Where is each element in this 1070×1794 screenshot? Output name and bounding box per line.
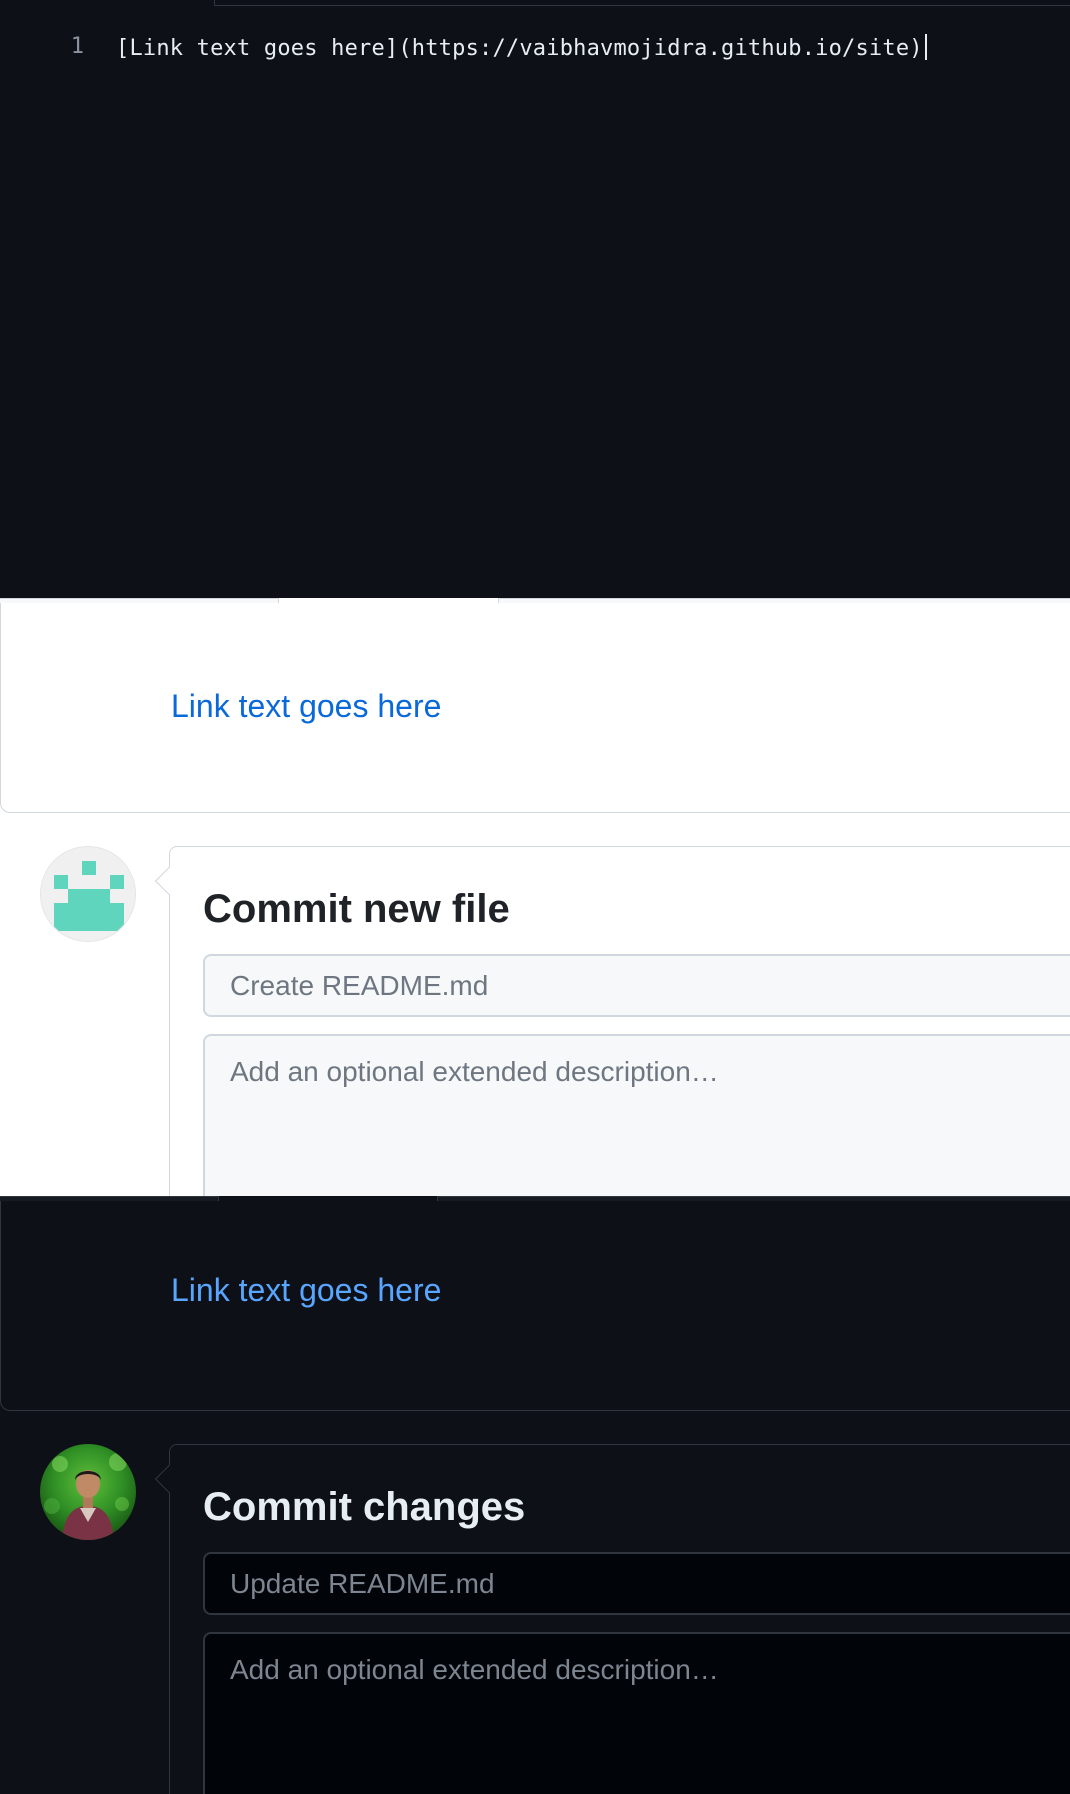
commit-title: Commit new file <box>203 887 510 931</box>
commit-description-input[interactable] <box>203 1034 1070 1196</box>
code-text: [Link text goes here](https://vaibhavmoj… <box>116 36 923 61</box>
tab-edit[interactable] <box>0 598 279 603</box>
commit-form: Commit new file <box>154 846 1070 1196</box>
preview-link[interactable]: Link text goes here <box>171 1272 441 1309</box>
line-number: 1 <box>70 34 84 59</box>
tab-bar-border <box>498 598 1070 603</box>
preview-link[interactable]: Link text goes here <box>171 688 441 725</box>
commit-title: Commit changes <box>203 1485 526 1529</box>
commit-box-pointer <box>154 866 184 896</box>
preview-tab-bar <box>0 598 1070 604</box>
commit-form: Commit changes <box>154 1444 1070 1794</box>
commit-summary-input[interactable] <box>203 1552 1070 1615</box>
code-line[interactable]: [Link text goes here](https://vaibhavmoj… <box>116 34 927 61</box>
identicon-avatar-icon <box>41 847 135 941</box>
light-mode-panel: Link text goes here Commit new file <box>0 598 1070 1196</box>
tab-edit[interactable] <box>0 1196 219 1201</box>
commit-box-pointer <box>154 1464 184 1494</box>
user-photo-avatar-icon <box>40 1444 136 1540</box>
commit-description-input[interactable] <box>203 1632 1070 1794</box>
dark-mode-panel: Link text goes here Commit changes Updat… <box>0 1196 1070 1794</box>
preview-pane: Link text goes here <box>0 1196 1070 1411</box>
tab-bar-border <box>437 1196 1070 1201</box>
code-editor[interactable]: 1 [Link text goes here](https://vaibhavm… <box>0 0 1070 598</box>
commit-summary-input[interactable] <box>203 954 1070 1017</box>
avatar[interactable] <box>40 1444 136 1540</box>
avatar[interactable] <box>40 846 136 942</box>
text-cursor <box>924 34 927 60</box>
editor-tab-divider <box>214 0 1070 6</box>
preview-pane: Link text goes here <box>0 598 1070 813</box>
